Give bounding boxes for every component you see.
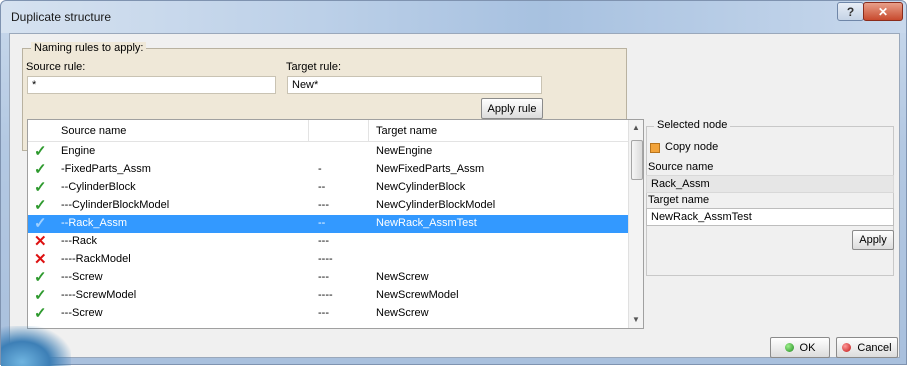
check-icon: ✓	[34, 305, 47, 322]
cancel-button[interactable]: Cancel	[836, 337, 898, 358]
target-name-cell: NewScrew	[376, 307, 429, 319]
scroll-up-arrow-icon[interactable]: ▲	[632, 123, 640, 132]
level-cell: --	[318, 181, 326, 193]
table-row[interactable]: ✕ ---Rack ---	[28, 233, 628, 251]
ok-button[interactable]: OK	[770, 337, 830, 358]
table-row[interactable]: ✓ Engine NewEngine	[28, 143, 628, 161]
check-icon: ✓	[34, 269, 47, 286]
selected-node-legend: Selected node	[654, 119, 731, 131]
source-name-cell: ---Screw	[61, 271, 103, 283]
level-cell: ---	[318, 199, 329, 211]
source-rule-input[interactable]: *	[27, 76, 276, 94]
duplicate-structure-dialog: Duplicate structure ? ✕ Naming rules to …	[0, 0, 907, 366]
check-icon: ✓	[34, 161, 47, 178]
ok-status-icon	[784, 343, 794, 352]
window-title: Duplicate structure	[11, 10, 112, 24]
target-name-cell: NewEngine	[376, 145, 433, 157]
scrollbar-thumb[interactable]	[631, 140, 643, 180]
target-name-cell: NewCylinderBlock	[376, 181, 466, 193]
level-cell: ---	[318, 307, 329, 319]
table-vertical-scrollbar[interactable]: ▲ ▼	[628, 120, 643, 328]
column-header-source-name[interactable]: Source name	[61, 125, 126, 137]
structure-table: Source name Target name ✓ Engine NewEngine…	[27, 119, 644, 329]
table-row[interactable]: ✓ --Rack_Assm -- NewRack_AssmTest	[28, 215, 628, 233]
help-button[interactable]: ?	[837, 2, 864, 21]
table-header: Source name Target name	[28, 120, 628, 142]
cancel-button-label: Cancel	[857, 341, 892, 354]
target-name-cell: NewScrew	[376, 271, 429, 283]
check-icon: ✓	[34, 179, 47, 196]
target-name-cell: NewRack_AssmTest	[376, 217, 477, 229]
cross-icon: ✕	[34, 233, 47, 250]
source-name-cell: ---Rack	[61, 235, 98, 247]
target-rule-label: Target rule:	[286, 61, 342, 73]
table-row[interactable]: ✓ -FixedParts_Assm - NewFixedParts_Assm	[28, 161, 628, 179]
column-header-target-name[interactable]: Target name	[376, 125, 437, 137]
selected-node-group: Selected node Copy node Source name Rack…	[646, 119, 894, 276]
table-row[interactable]: ✕ ----RackModel ----	[28, 251, 628, 269]
source-name-cell: ----RackModel	[61, 253, 131, 265]
target-name-label: Target name	[648, 194, 710, 206]
apply-rule-button[interactable]: Apply rule	[481, 98, 543, 119]
source-name-cell: -FixedParts_Assm	[61, 163, 151, 175]
source-name-label: Source name	[648, 161, 714, 173]
level-cell: --	[318, 217, 326, 229]
table-row[interactable]: ✓ ----ScrewModel ---- NewScrewModel	[28, 287, 628, 305]
check-icon: ✓	[34, 197, 47, 214]
source-name-cell: --Rack_Assm	[61, 217, 128, 229]
table-row[interactable]: ✓ --CylinderBlock -- NewCylinderBlock	[28, 179, 628, 197]
window-corner-logo	[1, 326, 71, 366]
close-button[interactable]: ✕	[863, 2, 903, 21]
target-name-cell: NewFixedParts_Assm	[376, 163, 485, 175]
source-name-value: Rack_Assm	[646, 175, 894, 193]
target-name-cell: NewScrewModel	[376, 289, 459, 301]
level-cell: ---	[318, 271, 329, 283]
source-name-cell: --CylinderBlock	[61, 181, 136, 193]
table-row[interactable]: ✓ ---Screw --- NewScrew	[28, 269, 628, 287]
table-row[interactable]: ✓ ---CylinderBlockModel --- NewCylinderBloc…	[28, 197, 628, 215]
level-cell: ----	[318, 253, 333, 265]
source-name-cell: ----ScrewModel	[61, 289, 137, 301]
check-icon: ✓	[34, 143, 47, 160]
check-icon: ✓	[34, 287, 47, 304]
check-icon: ✓	[34, 215, 47, 232]
copy-node-label: Copy node	[665, 141, 719, 153]
target-rule-input[interactable]: New*	[287, 76, 542, 94]
source-name-cell: Engine	[61, 145, 96, 157]
target-name-cell: NewCylinderBlockModel	[376, 199, 496, 211]
cancel-status-icon	[842, 343, 852, 352]
copy-node-checkbox[interactable]	[650, 143, 660, 153]
column-separator	[368, 120, 369, 142]
dialog-body: Naming rules to apply: Source rule: * Ta…	[9, 33, 900, 358]
apply-button[interactable]: Apply	[852, 230, 894, 250]
target-name-input[interactable]: NewRack_AssmTest	[646, 208, 894, 226]
source-name-cell: ---CylinderBlockModel	[61, 199, 170, 211]
table-row[interactable]: ✓ ---Screw --- NewScrew	[28, 305, 628, 323]
naming-rules-legend: Naming rules to apply:	[31, 42, 147, 54]
level-cell: -	[318, 163, 322, 175]
title-bar: Duplicate structure ? ✕	[1, 1, 906, 33]
column-separator	[308, 120, 309, 142]
scroll-down-arrow-icon[interactable]: ▼	[632, 315, 640, 324]
source-name-cell: ---Screw	[61, 307, 103, 319]
cross-icon: ✕	[34, 251, 47, 268]
source-rule-label: Source rule:	[26, 61, 86, 73]
ok-button-label: OK	[799, 341, 816, 354]
level-cell: ----	[318, 289, 333, 301]
level-cell: ---	[318, 235, 329, 247]
